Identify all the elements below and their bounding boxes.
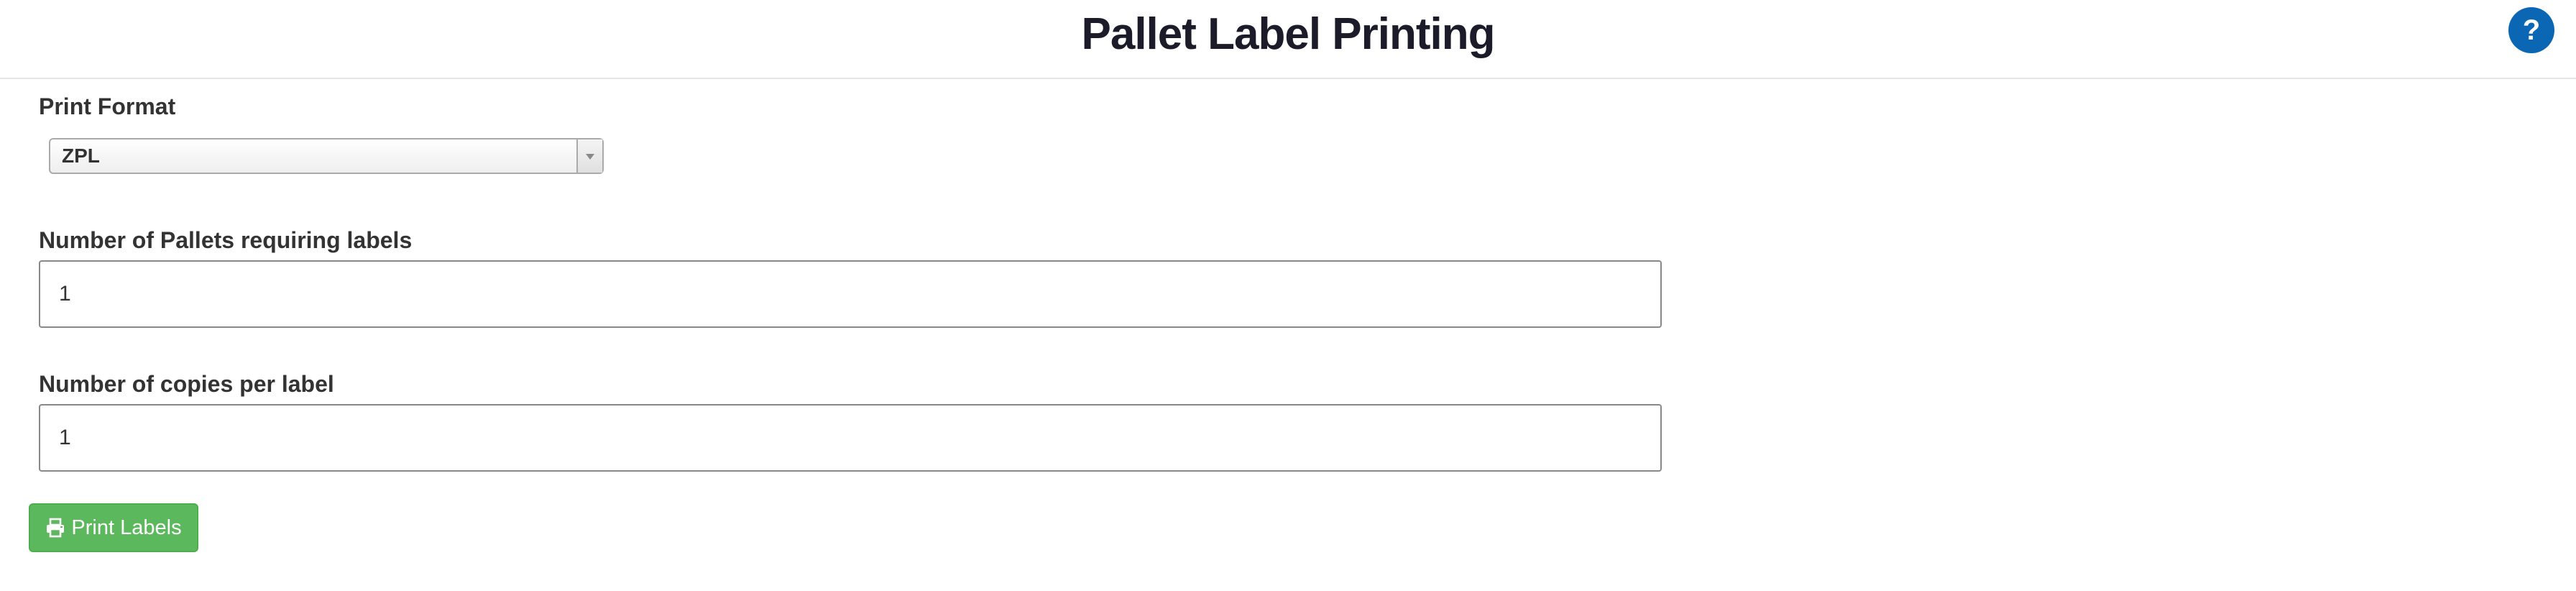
print-labels-button[interactable]: Print Labels <box>29 503 198 552</box>
chevron-down-icon[interactable] <box>576 139 602 173</box>
help-icon: ? <box>2522 14 2541 46</box>
page-header: Pallet Label Printing ? <box>0 0 2576 79</box>
pallets-count-input[interactable] <box>39 260 1662 328</box>
copies-per-label-input[interactable] <box>39 404 1662 472</box>
page-title: Pallet Label Printing <box>1081 9 1496 59</box>
print-format-select[interactable]: ZPL <box>49 138 604 174</box>
print-format-selected-value: ZPL <box>62 145 100 167</box>
printer-icon <box>47 518 65 538</box>
print-format-label: Print Format <box>39 93 176 119</box>
help-button[interactable]: ? <box>2508 7 2554 53</box>
pallets-count-label: Number of Pallets requiring labels <box>39 227 413 253</box>
copies-per-label-label: Number of copies per label <box>39 371 334 397</box>
print-labels-text: Print Labels <box>71 516 182 539</box>
